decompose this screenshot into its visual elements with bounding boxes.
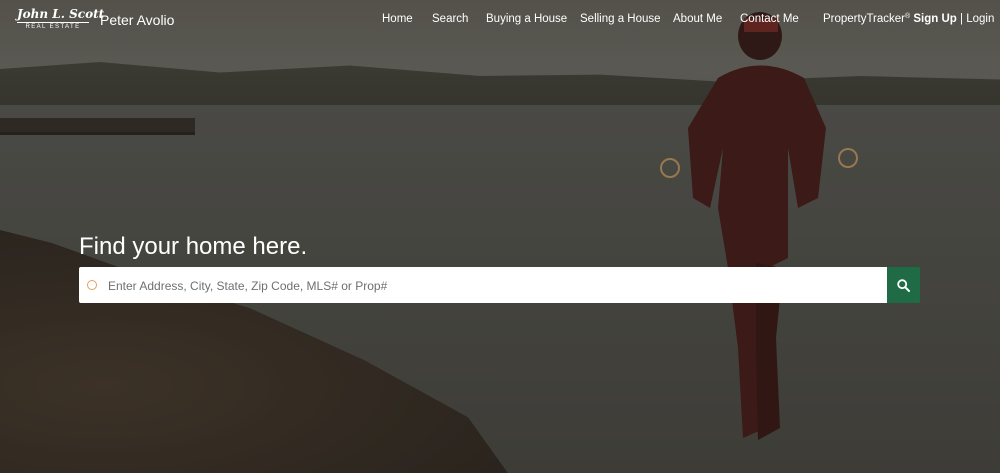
account-separator: |	[960, 13, 964, 25]
registered-mark: ®	[905, 13, 911, 20]
account-links: PropertyTracker® Sign Up | Login	[823, 13, 994, 25]
search-button[interactable]	[887, 267, 920, 303]
nav-search[interactable]: Search	[432, 13, 468, 25]
location-pin-icon	[87, 280, 97, 290]
site-header: John L. Scott REAL ESTATE Peter Avolio H…	[0, 0, 1000, 40]
search-input[interactable]	[106, 267, 880, 305]
hero-title: Find your home here.	[79, 233, 308, 260]
sign-up-link[interactable]: Sign Up	[913, 13, 956, 25]
nav-home[interactable]: Home	[382, 13, 413, 25]
property-tracker-label: PropertyTracker	[823, 13, 906, 25]
search-bar	[79, 267, 887, 305]
nav-contact-me[interactable]: Contact Me	[740, 13, 799, 25]
nav-selling-a-house[interactable]: Selling a House	[580, 13, 661, 25]
search-icon	[897, 278, 910, 292]
nav-buying-a-house[interactable]: Buying a House	[486, 13, 567, 25]
nav-about-me[interactable]: About Me	[673, 13, 722, 25]
login-link[interactable]: Login	[966, 13, 994, 25]
